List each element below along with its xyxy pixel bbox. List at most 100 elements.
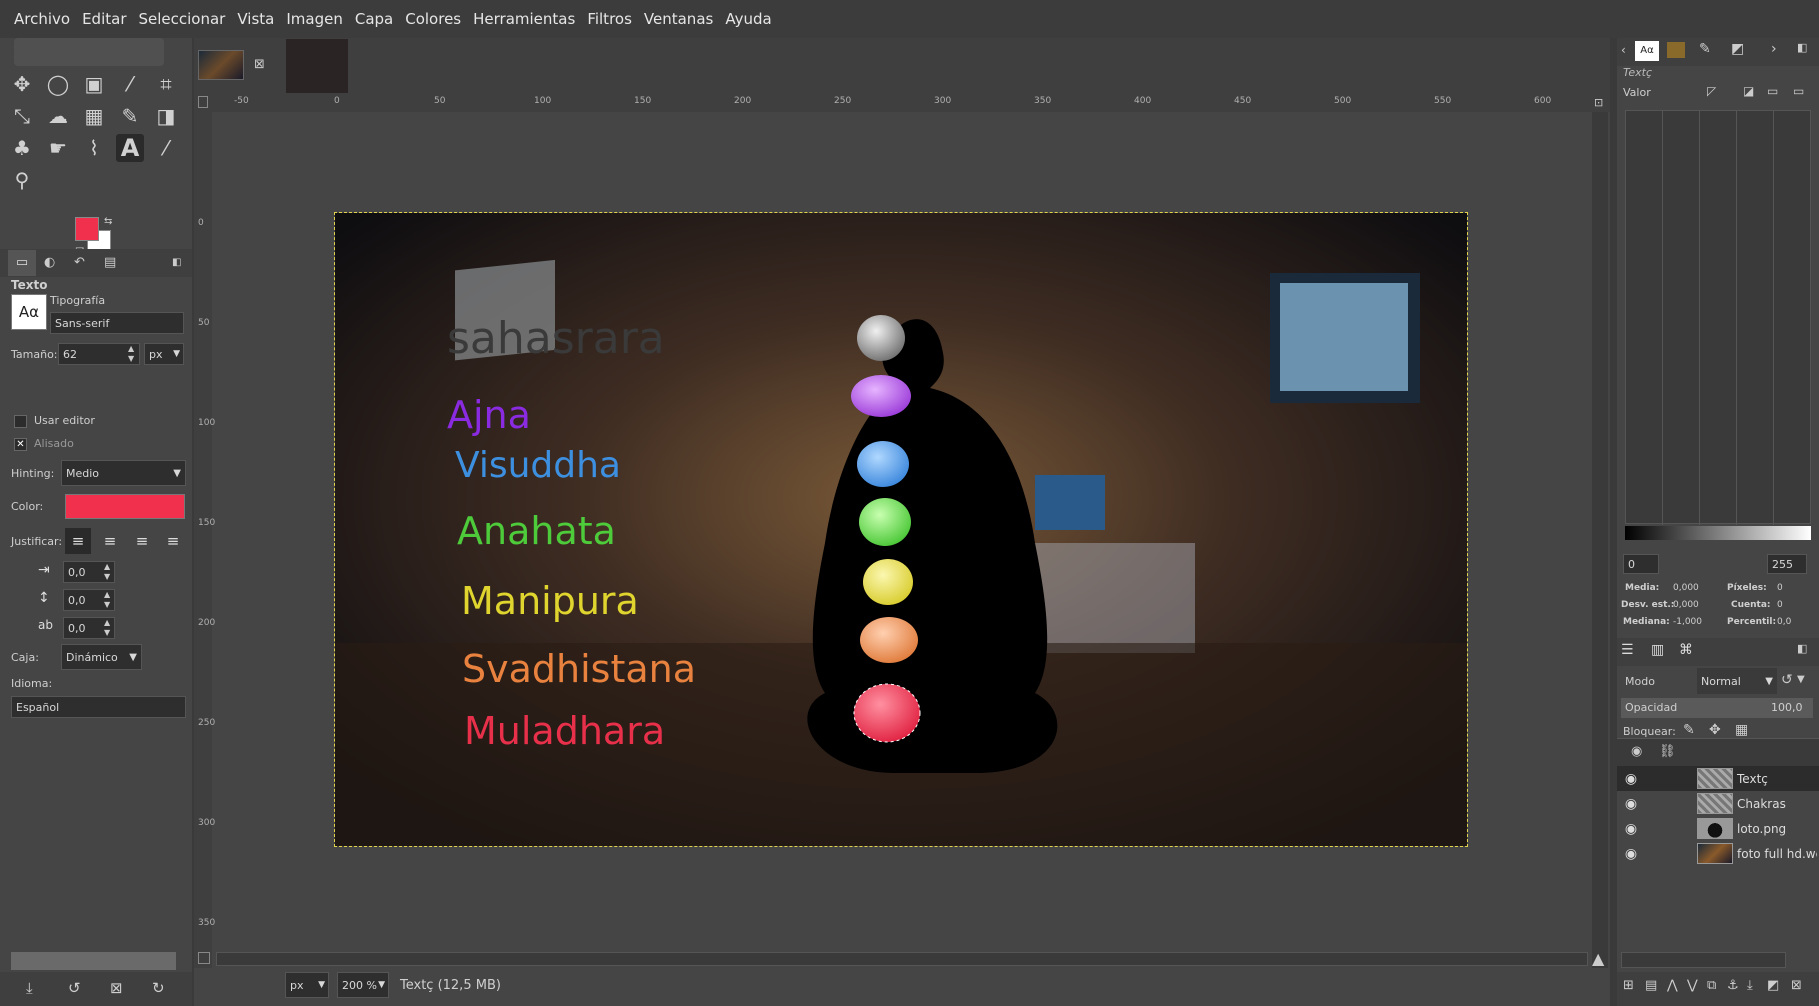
delete-preset-icon[interactable]: ⊠ — [110, 979, 123, 997]
tool-options-scrollbar[interactable] — [11, 952, 176, 970]
new-group-icon[interactable]: ▤ — [1645, 978, 1657, 993]
images-tab-icon[interactable]: ▤ — [104, 250, 116, 276]
mask-layer-icon[interactable]: ◩ — [1767, 978, 1779, 993]
menu-ventanas[interactable]: Ventanas — [638, 10, 719, 28]
eraser-icon[interactable]: ◨ — [152, 102, 180, 130]
layer-row[interactable]: ◉ foto full hd.webp — [1617, 841, 1819, 866]
foreground-select-icon[interactable]: ▣ — [80, 70, 108, 98]
log-scale-icon[interactable]: ▭ — [1793, 84, 1804, 98]
reset-mode-icon[interactable]: ↺ — [1781, 672, 1793, 688]
layers-scrollbar[interactable] — [1621, 952, 1786, 968]
size-unit-select[interactable]: px ▼ — [144, 343, 184, 365]
quick-mask-corner-icon[interactable] — [198, 96, 208, 108]
layer-row[interactable]: ◉ Chakras — [1617, 791, 1819, 816]
anchor-layer-icon[interactable]: ⚓ — [1727, 978, 1739, 993]
unit-select[interactable]: px ▼ — [285, 972, 329, 998]
indent-stepper-icon[interactable]: ▲ ▼ — [104, 562, 110, 582]
lock-position-icon[interactable]: ✥ — [1709, 722, 1721, 738]
save-preset-icon[interactable]: ⤓ — [26, 979, 33, 997]
lock-alpha-icon[interactable]: ▦ — [1735, 722, 1748, 738]
layer-row[interactable]: ◉ Textç — [1617, 766, 1819, 791]
close-tab-icon[interactable]: ⊠ — [254, 57, 265, 72]
menu-ayuda[interactable]: Ayuda — [719, 10, 777, 28]
menu-imagen[interactable]: Imagen — [280, 10, 348, 28]
line-spacing-stepper-icon[interactable]: ▲ ▼ — [104, 590, 110, 610]
device-status-tab-icon[interactable]: ◐ — [44, 250, 55, 276]
menu-filtros[interactable]: Filtros — [581, 10, 638, 28]
new-layer-icon[interactable]: ⊞ — [1623, 978, 1634, 993]
menu-capa[interactable]: Capa — [349, 10, 399, 28]
hinting-select[interactable]: Medio ▼ — [61, 460, 186, 486]
unified-transform-icon[interactable]: ⤡ — [8, 102, 36, 130]
range-max-input[interactable]: 255 — [1767, 554, 1807, 574]
patterns-tab-icon[interactable] — [1667, 42, 1685, 58]
mode-select[interactable]: Normal ▼ — [1697, 668, 1777, 694]
menu-seleccionar[interactable]: Seleccionar — [133, 10, 232, 28]
merge-layer-icon[interactable]: ⤓ — [1747, 978, 1753, 993]
menu-colores[interactable]: Colores — [399, 10, 467, 28]
raise-layer-icon[interactable]: ⋀ — [1667, 978, 1678, 993]
eye-icon[interactable]: ◉ — [1617, 771, 1645, 787]
paintbrush-icon[interactable]: ✎ — [116, 102, 144, 130]
chevron-right-icon[interactable]: › — [1771, 41, 1777, 57]
text-tool-icon[interactable]: A — [116, 134, 144, 162]
zoom-fit-icon[interactable]: ⊡ — [1594, 96, 1603, 109]
eye-icon[interactable]: ◉ — [1617, 821, 1645, 837]
image-tab-thumbnail[interactable] — [198, 50, 244, 80]
zoom-select[interactable]: 200 % ▼ — [337, 972, 389, 998]
move-tool-icon[interactable]: ✥ — [8, 70, 36, 98]
text-color-button[interactable] — [65, 494, 185, 519]
channel-dropdown-icon[interactable]: ◸ — [1707, 84, 1716, 98]
language-input[interactable]: Español — [11, 696, 186, 718]
layers-tab-icon[interactable]: ☰ — [1621, 642, 1634, 658]
menu-editar[interactable]: Editar — [76, 10, 132, 28]
chevron-left-icon[interactable]: ‹ — [1621, 43, 1626, 57]
eye-icon[interactable]: ◉ — [1617, 846, 1645, 862]
menu-herramientas[interactable]: Herramientas — [467, 10, 581, 28]
eye-icon[interactable]: ◉ — [1617, 796, 1645, 812]
fuzzy-select-icon[interactable]: ⁄ — [116, 70, 144, 98]
duplicate-layer-icon[interactable]: ⧉ — [1707, 978, 1716, 993]
letter-spacing-stepper-icon[interactable]: ▲ ▼ — [104, 618, 110, 638]
horizontal-scrollbar[interactable] — [216, 952, 1588, 966]
justify-center-icon[interactable]: ≡ — [129, 528, 155, 554]
gradient-tool-icon[interactable]: ▦ — [80, 102, 108, 130]
paths-tab-icon[interactable]: ⌘ — [1679, 642, 1693, 658]
layer-row[interactable]: ◉ loto.png — [1617, 816, 1819, 841]
justify-fill-icon[interactable]: ≡ — [160, 528, 186, 554]
lower-layer-icon[interactable]: ⋁ — [1687, 978, 1698, 993]
zoom-tool-icon[interactable]: ⚲ — [8, 166, 36, 194]
crop-tool-icon[interactable]: ⌗ — [152, 70, 180, 98]
vertical-scrollbar[interactable] — [1592, 112, 1608, 982]
second-image-tab[interactable] — [286, 39, 348, 93]
warp-transform-icon[interactable]: ☁ — [44, 102, 72, 130]
image-canvas[interactable]: sahasrara Ajna Visuddha Anahata Manipura… — [334, 212, 1468, 847]
font-input[interactable]: Sans-serif — [50, 312, 184, 334]
justify-right-icon[interactable]: ≡ — [97, 528, 123, 554]
color-picker-icon[interactable]: ⁄ — [152, 134, 180, 162]
navigate-icon[interactable]: ▲ — [1592, 949, 1604, 968]
dock-menu-icon[interactable]: ◧ — [1797, 642, 1807, 655]
justify-left-icon[interactable]: ≡ — [65, 528, 91, 554]
tool-options-tab-icon[interactable]: ▭ — [8, 250, 36, 276]
delete-layer-icon[interactable]: ⊠ — [1791, 978, 1802, 993]
clone-tool-icon[interactable]: ♣ — [8, 134, 36, 162]
fonts-tab-icon[interactable]: Aα — [1635, 41, 1659, 61]
foreground-color-swatch[interactable] — [75, 217, 99, 241]
reset-options-icon[interactable]: ↻ — [152, 979, 165, 997]
ellipse-select-icon[interactable]: ◯ — [44, 70, 72, 98]
antialias-checkbox[interactable]: ✕ — [14, 438, 27, 451]
linear-scale-icon[interactable]: ▭ — [1767, 84, 1778, 98]
size-stepper-icon[interactable]: ▲ ▼ — [128, 344, 134, 364]
channels-tab-icon[interactable]: ▥ — [1651, 642, 1664, 658]
quick-mask-toggle-icon[interactable] — [198, 952, 210, 964]
linear-histogram-icon[interactable]: ◪ — [1743, 84, 1754, 98]
dock-menu-icon[interactable]: ◧ — [172, 250, 181, 276]
box-select[interactable]: Dinámico ▼ — [61, 644, 142, 670]
menu-archivo[interactable]: Archivo — [8, 10, 76, 28]
smudge-tool-icon[interactable]: ☛ — [44, 134, 72, 162]
use-editor-checkbox[interactable] — [14, 415, 27, 428]
restore-preset-icon[interactable]: ↺ — [68, 979, 81, 997]
swap-colors-icon[interactable]: ⇆ — [104, 216, 112, 227]
range-min-input[interactable]: 0 — [1623, 554, 1659, 574]
